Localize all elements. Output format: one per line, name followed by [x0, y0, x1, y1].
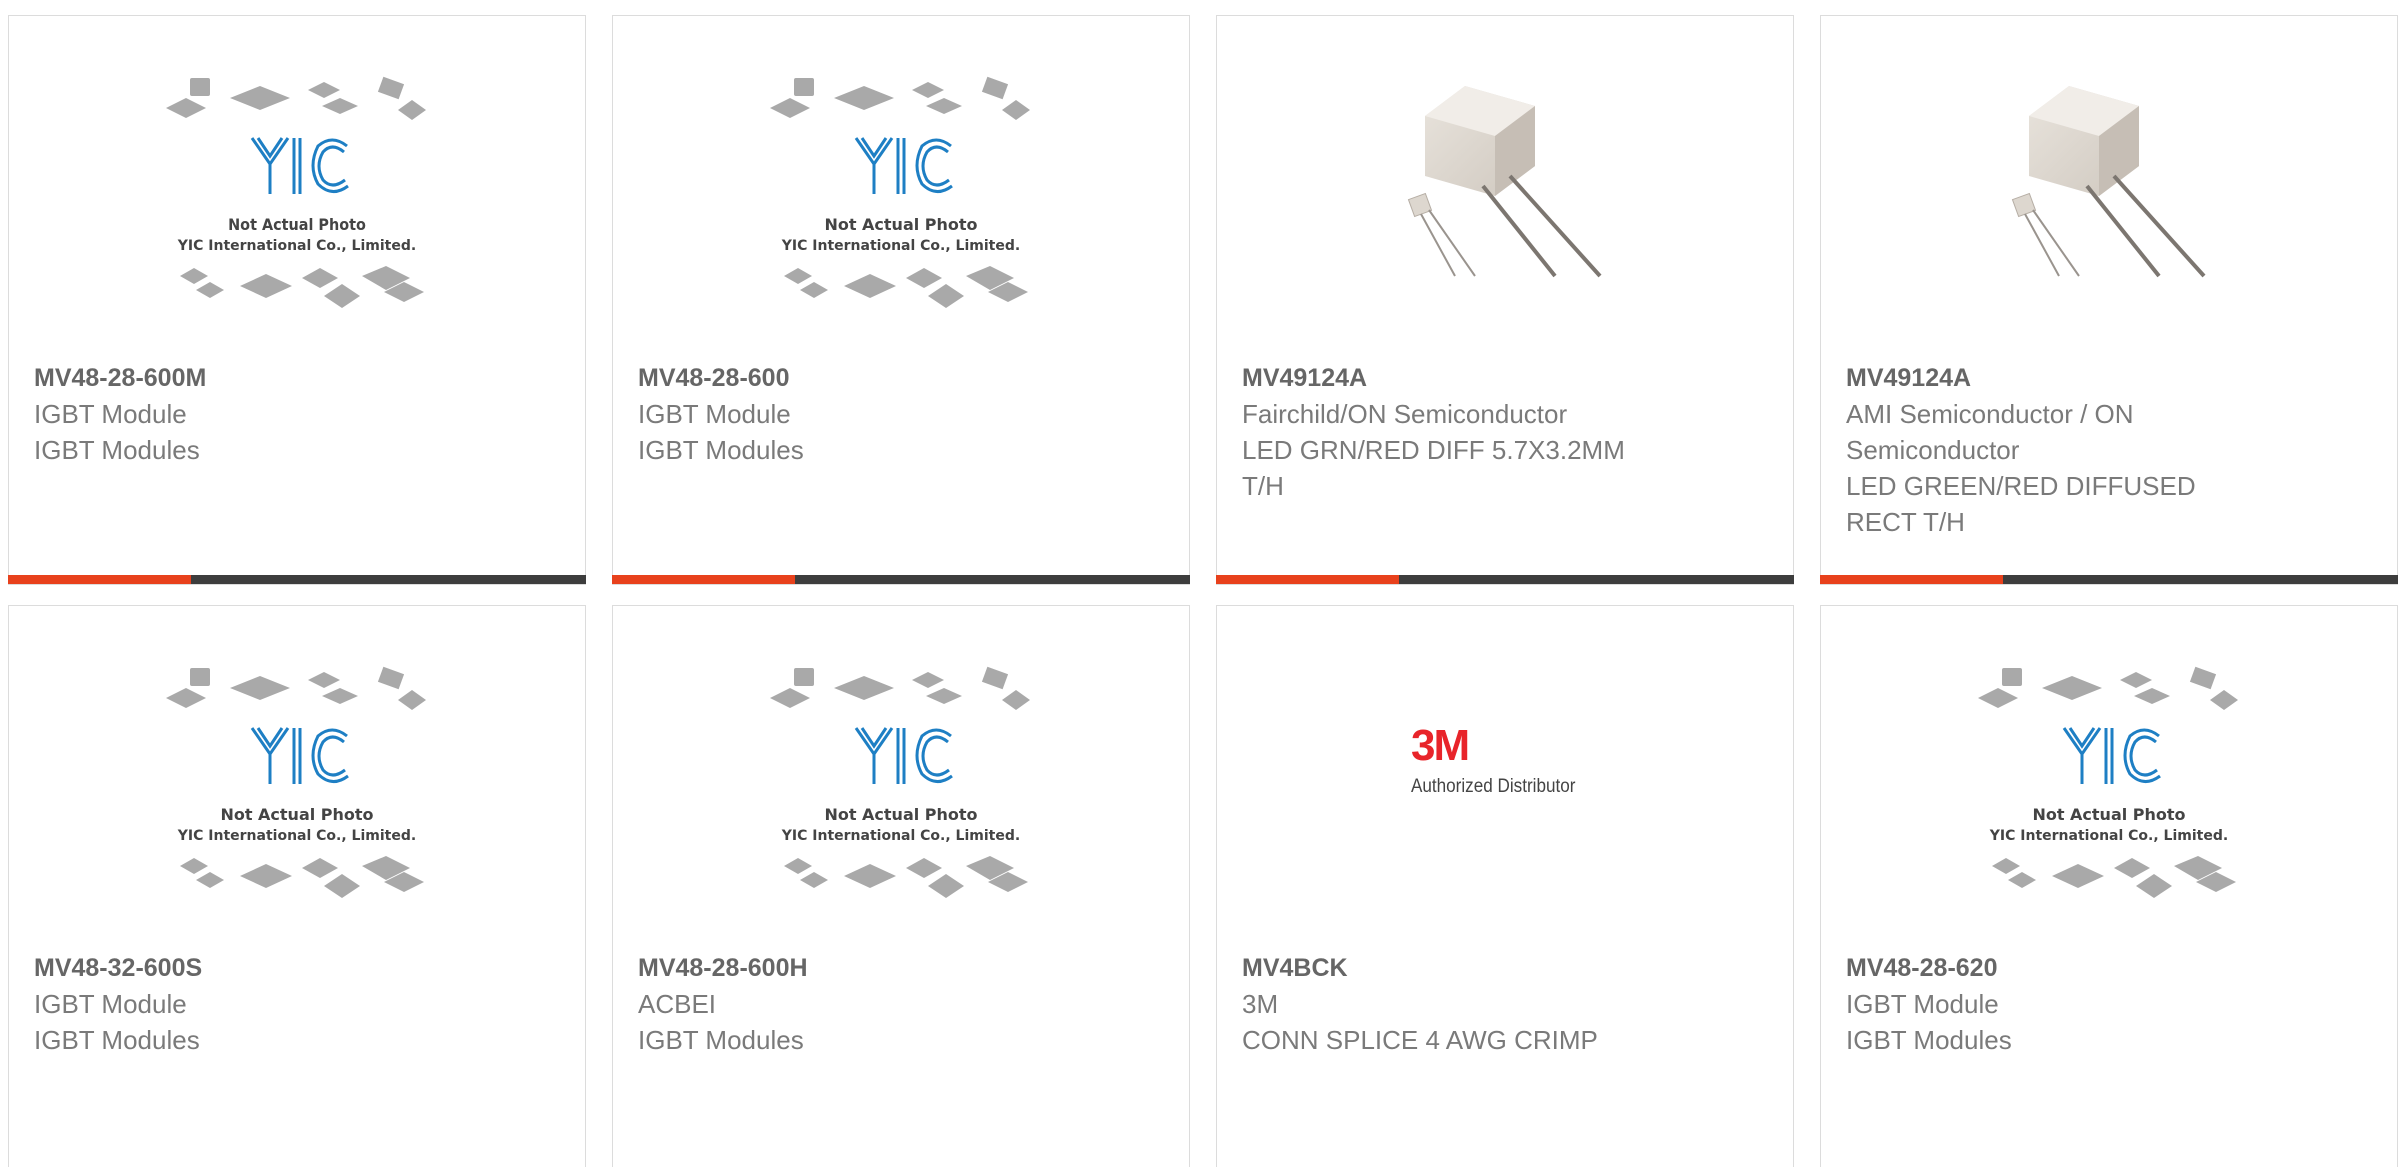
description-text: IGBT Modules	[638, 435, 804, 465]
product-info: MV48-28-600M IGBT Module IGBT Modules	[34, 360, 560, 468]
product-card[interactable]: 3M Authorized Distributor MV4BCK 3M CONN…	[1216, 605, 1794, 1167]
product-info: MV48-28-620 IGBT Module IGBT Modules	[1846, 950, 2372, 1058]
yic-placeholder-image: Not Actual Photo YIC International Co., …	[766, 76, 1036, 316]
placeholder-line-1: Not Actual Photo	[2032, 805, 2185, 824]
product-image[interactable]: Not Actual Photo YIC International Co., …	[613, 666, 1189, 906]
led-component-photo	[2009, 76, 2209, 291]
part-number-link[interactable]: MV49124A	[1846, 360, 2372, 396]
description-text: IGBT Modules	[638, 1025, 804, 1055]
manufacturer-text: 3M	[1242, 989, 1279, 1019]
part-number-link[interactable]: MV48-28-600H	[638, 950, 1164, 986]
part-number-link[interactable]: MV48-28-600	[638, 360, 1164, 396]
product-card[interactable]: Not Actual Photo YIC International Co., …	[8, 605, 586, 1167]
card-bottom-bar	[1820, 575, 2398, 584]
yic-placeholder-image: Not Actual Photo YIC International Co., …	[766, 666, 1036, 906]
authorized-distributor-label: Authorized Distributor	[1411, 776, 1576, 797]
card-bottom-bar	[1216, 575, 1794, 584]
description-text: LED GRN/RED DIFF 5.7X3.2MM T/H	[1242, 435, 1625, 501]
placeholder-line-2: YIC International Co., Limited.	[781, 238, 1020, 254]
part-number-link[interactable]: MV48-28-620	[1846, 950, 2372, 986]
description-text: IGBT Modules	[1846, 1025, 2012, 1055]
3m-logo: 3M	[1411, 721, 1470, 770]
manufacturer-text: Fairchild/ON Semiconductor	[1242, 399, 1568, 429]
product-info: MV48-28-600H ACBEI IGBT Modules	[638, 950, 1164, 1058]
led-component-photo	[1405, 76, 1605, 291]
manufacturer-text: IGBT Module	[34, 399, 187, 429]
description-text: IGBT Modules	[34, 1025, 200, 1055]
product-card[interactable]: MV49124A AMI Semiconductor / ON Semicond…	[1820, 15, 2398, 585]
card-bottom-bar	[612, 575, 1190, 584]
yic-placeholder-image: Not Actual Photo YIC International Co., …	[162, 666, 432, 906]
product-info: MV48-32-600S IGBT Module IGBT Modules	[34, 950, 560, 1058]
description-text: LED GREEN/RED DIFFUSED RECT T/H	[1846, 471, 2196, 537]
manufacturer-text: IGBT Module	[34, 989, 187, 1019]
product-image[interactable]: Not Actual Photo YIC International Co., …	[9, 666, 585, 906]
product-image[interactable]: 3M Authorized Distributor	[1217, 666, 1793, 906]
placeholder-line-2: YIC International Co., Limited.	[177, 828, 416, 844]
product-card[interactable]: MV49124A Fairchild/ON Semiconductor LED …	[1216, 15, 1794, 585]
placeholder-line-2: YIC International Co., Limited.	[781, 828, 1020, 844]
product-image[interactable]: Not Actual Photo YIC International Co., …	[9, 76, 585, 316]
product-card[interactable]: Not Actual Photo YIC International Co., …	[8, 15, 586, 585]
manufacturer-text: ACBEI	[638, 989, 717, 1019]
description-text: CONN SPLICE 4 AWG CRIMP	[1242, 1025, 1598, 1055]
part-number-link[interactable]: MV49124A	[1242, 360, 1768, 396]
part-number-link[interactable]: MV48-32-600S	[34, 950, 560, 986]
product-image[interactable]: Not Actual Photo YIC International Co., …	[1821, 666, 2397, 906]
product-info: MV49124A AMI Semiconductor / ON Semicond…	[1846, 360, 2372, 540]
placeholder-line-1: Not Actual Photo	[220, 805, 373, 824]
description-text: IGBT Modules	[34, 435, 200, 465]
product-image[interactable]: Not Actual Photo YIC International Co., …	[613, 76, 1189, 316]
product-card[interactable]: Not Actual Photo YIC International Co., …	[612, 605, 1190, 1167]
placeholder-line-1: Not Actual Photo	[824, 215, 977, 234]
product-info: MV48-28-600 IGBT Module IGBT Modules	[638, 360, 1164, 468]
card-bottom-bar	[8, 575, 586, 584]
part-number-link[interactable]: MV4BCK	[1242, 950, 1768, 986]
manufacturer-text: IGBT Module	[1846, 989, 1999, 1019]
placeholder-line-2: YIC International Co., Limited.	[1989, 828, 2228, 844]
yic-placeholder-image: Not Actual Photo YIC International Co., …	[1974, 666, 2244, 906]
placeholder-line-2: YIC International Co., Limited.	[177, 238, 416, 254]
part-number-link[interactable]: MV48-28-600M	[34, 360, 560, 396]
manufacturer-text: AMI Semiconductor / ON Semiconductor	[1846, 399, 2134, 465]
placeholder-line-1: Not Actual Photo	[228, 215, 366, 234]
product-card[interactable]: Not Actual Photo YIC International Co., …	[612, 15, 1190, 585]
product-info: MV49124A Fairchild/ON Semiconductor LED …	[1242, 360, 1768, 504]
manufacturer-text: IGBT Module	[638, 399, 791, 429]
3m-logo-image: 3M Authorized Distributor	[1405, 666, 1605, 866]
yic-placeholder-image: Not Actual Photo YIC International Co., …	[162, 76, 432, 316]
placeholder-line-1: Not Actual Photo	[824, 805, 977, 824]
product-image[interactable]	[1217, 76, 1793, 316]
product-card[interactable]: Not Actual Photo YIC International Co., …	[1820, 605, 2398, 1167]
product-grid: Not Actual Photo YIC International Co., …	[0, 0, 2400, 1167]
product-image[interactable]	[1821, 76, 2397, 316]
product-info: MV4BCK 3M CONN SPLICE 4 AWG CRIMP	[1242, 950, 1768, 1058]
